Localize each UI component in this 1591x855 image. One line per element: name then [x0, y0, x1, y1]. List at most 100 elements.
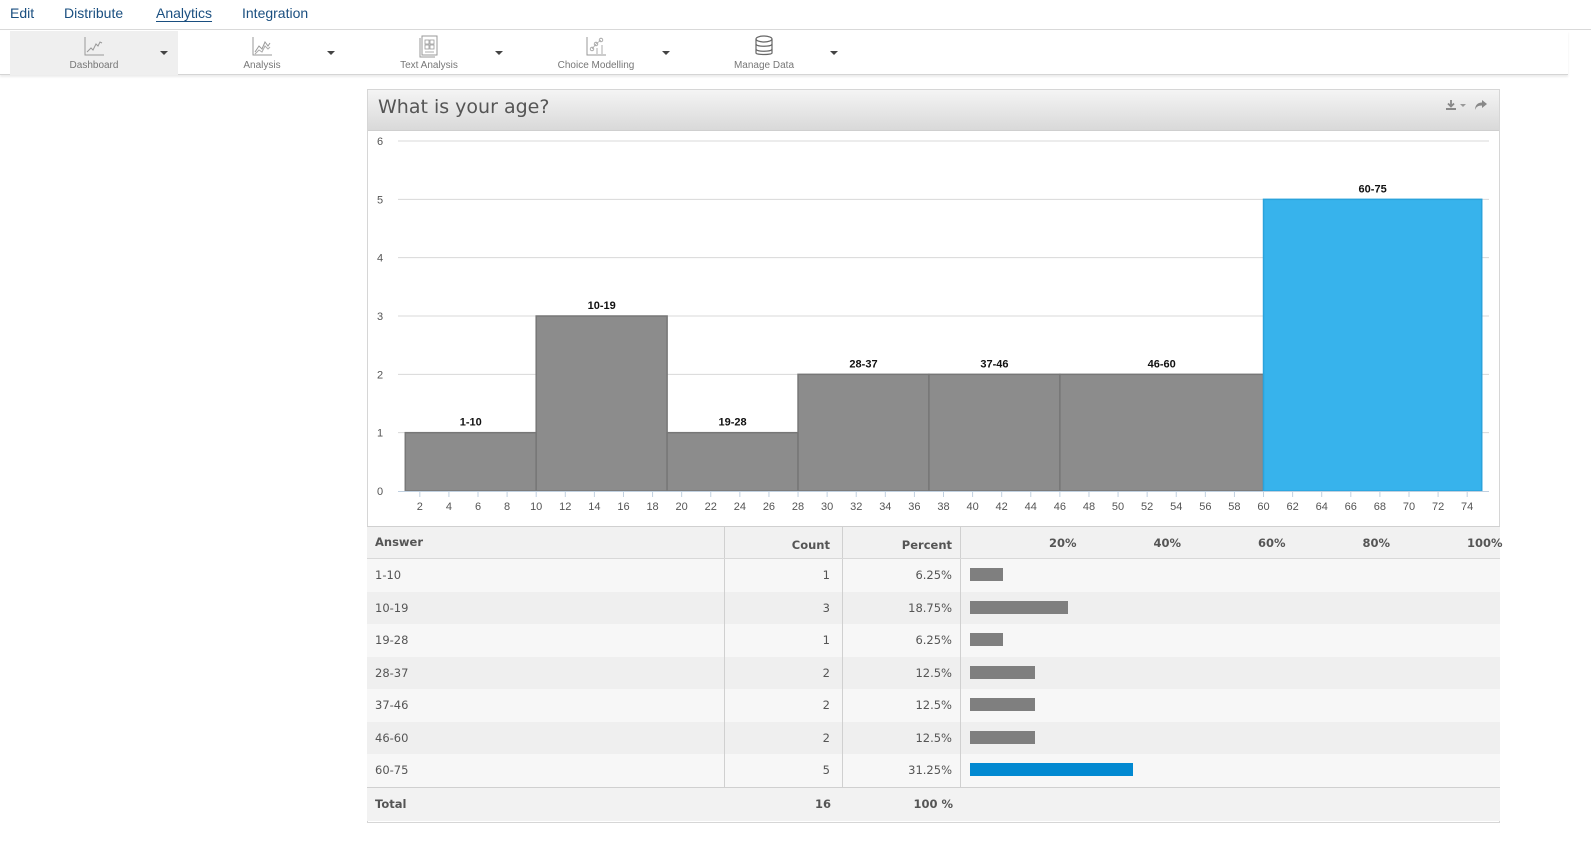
y-tick-label: 2: [377, 369, 383, 381]
x-tick-label: 72: [1432, 501, 1444, 513]
toolbar-dashboard[interactable]: Dashboard: [10, 31, 178, 75]
table-row: 19-28 1 6.25%: [367, 624, 1500, 657]
x-tick-label: 14: [588, 501, 600, 513]
histogram-bar[interactable]: [797, 373, 930, 492]
caret-down-icon[interactable]: [327, 51, 335, 55]
scale-label: 20%: [1049, 536, 1077, 550]
count-cell: 2: [725, 721, 843, 755]
bars: [404, 198, 1483, 492]
x-tick-label: 54: [1170, 501, 1182, 513]
bar-data-label: 37-46: [980, 358, 1008, 370]
x-tick-label: 56: [1199, 501, 1211, 513]
x-tick-label: 50: [1112, 501, 1124, 513]
count-cell: 5: [725, 754, 843, 787]
toolbar-text-analysis[interactable]: Text Analysis: [345, 31, 513, 75]
caret-down-icon[interactable]: [662, 51, 670, 55]
toolbar-label: Choice Modelling: [557, 60, 635, 71]
bar-cell: [961, 722, 1500, 755]
caret-down-icon[interactable]: [830, 51, 838, 55]
count-cell: 2: [725, 656, 843, 690]
bar-cell: [961, 592, 1500, 625]
percent-cell: 12.5%: [843, 689, 961, 722]
x-tick-label: 46: [1054, 501, 1066, 513]
panel-title: What is your age?: [378, 96, 550, 118]
bar-data-label: 1-10: [460, 417, 482, 429]
x-tick-label: 74: [1461, 501, 1473, 513]
x-tick-label: 48: [1083, 501, 1095, 513]
header-scale: 20% 40% 60% 80% 100%: [961, 527, 1503, 558]
chevron-down-icon[interactable]: [1459, 103, 1467, 109]
percent-bar: [970, 665, 1035, 679]
nav-edit[interactable]: Edit: [10, 5, 34, 21]
analysis-chart-icon: [252, 37, 272, 56]
percent-cell: 12.5%: [843, 656, 961, 690]
answer-cell: 10-19: [367, 591, 725, 625]
toolbar-label: Manage Data: [733, 60, 795, 71]
total-percent: 100 %: [913, 796, 953, 811]
share-icon[interactable]: [1474, 99, 1488, 111]
x-tick-label: 26: [763, 501, 775, 513]
histogram-bar[interactable]: [535, 315, 668, 492]
nav-distribute[interactable]: Distribute: [64, 5, 123, 21]
x-tick-label: 2: [417, 501, 423, 513]
histogram-bar[interactable]: [666, 431, 799, 492]
scale-label: 100%: [1467, 536, 1503, 550]
count-cell: 3: [725, 591, 843, 625]
line-chart-icon: [84, 37, 104, 56]
histogram-bar[interactable]: [1262, 198, 1483, 492]
x-tick-label: 16: [617, 501, 629, 513]
x-tick-label: 8: [504, 501, 510, 513]
x-tick-label: 28: [792, 501, 804, 513]
answer-cell: 46-60: [367, 721, 725, 755]
percent-cell: 18.75%: [843, 591, 961, 625]
histogram-bar[interactable]: [404, 431, 537, 492]
percent-cell: 6.25%: [843, 624, 961, 657]
count-cell: 1: [725, 559, 843, 592]
x-tick-label: 30: [821, 501, 833, 513]
bar-cell: [961, 689, 1500, 722]
histogram-bar[interactable]: [1059, 373, 1265, 492]
bar-cell: [961, 657, 1500, 690]
x-tick-label: 42: [996, 501, 1008, 513]
bar-data-label: 10-19: [588, 300, 616, 312]
header-count: Count: [725, 527, 843, 558]
x-tick-label: 38: [937, 501, 949, 513]
scale-label: 40%: [1153, 536, 1182, 550]
table-row: 28-37 2 12.5%: [367, 656, 1500, 690]
histogram-bar[interactable]: [928, 373, 1061, 492]
x-tick-label: 18: [646, 501, 658, 513]
answer-cell: 1-10: [367, 559, 725, 592]
caret-down-icon[interactable]: [160, 51, 168, 55]
download-icon[interactable]: [1445, 99, 1457, 111]
bar-data-label: 46-60: [1148, 358, 1176, 370]
toolbar-choice-modelling[interactable]: Choice Modelling: [512, 31, 680, 75]
bar-cell: [961, 754, 1500, 787]
y-tick-label: 1: [377, 428, 383, 440]
y-tick-label: 0: [377, 486, 383, 498]
bar-data-label: 19-28: [719, 417, 747, 429]
toolbar-manage-data[interactable]: Manage Data: [680, 31, 848, 75]
x-tick-label: 44: [1025, 501, 1037, 513]
bar-cell: [961, 624, 1500, 657]
percent-cell: 6.25%: [843, 559, 961, 592]
x-tick-label: 64: [1316, 501, 1328, 513]
caret-down-icon[interactable]: [495, 51, 503, 55]
table-row: 46-60 2 12.5%: [367, 721, 1500, 755]
table-row: 10-19 3 18.75%: [367, 591, 1500, 625]
x-tick-label: 22: [705, 501, 717, 513]
bar-data-label: 28-37: [849, 358, 877, 370]
nav-integration[interactable]: Integration: [242, 5, 308, 21]
y-tick-label: 6: [377, 136, 383, 148]
toolbar-label: Text Analysis: [400, 60, 458, 71]
nav-analytics[interactable]: Analytics: [156, 5, 212, 21]
x-tick-label: 10: [530, 501, 542, 513]
count-cell: 1: [725, 624, 843, 657]
toolbar-analysis[interactable]: Analysis: [178, 31, 346, 75]
table-row: 1-10 1 6.25%: [367, 559, 1500, 592]
toolbar-label: Analysis: [243, 60, 281, 71]
database-icon: [755, 35, 773, 56]
bar-data-label: 60-75: [1359, 183, 1387, 195]
table-row: 60-75 5 31.25%: [367, 754, 1500, 787]
answer-cell: 37-46: [367, 689, 725, 722]
answer-cell: 19-28: [367, 624, 725, 657]
